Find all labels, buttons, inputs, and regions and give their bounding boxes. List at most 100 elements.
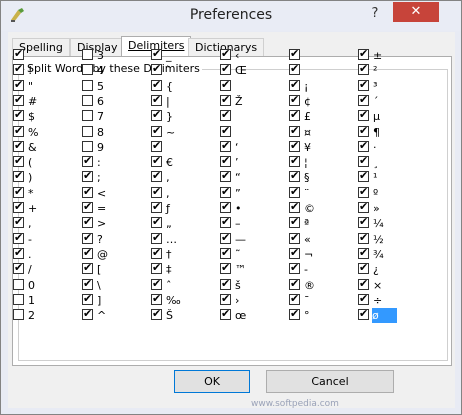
checkbox-box[interactable] [151, 277, 162, 290]
checkbox-box[interactable] [82, 64, 93, 75]
delimiter-checkbox[interactable]: * [13, 185, 81, 201]
delimiter-checkbox[interactable]: ½ [358, 231, 426, 247]
checkbox-box[interactable] [358, 231, 369, 244]
delimiter-checkbox[interactable]: ° [289, 307, 357, 323]
delimiter-checkbox[interactable]: { [151, 78, 219, 94]
delimiter-checkbox[interactable]: £ [289, 108, 357, 124]
checkbox-box[interactable] [289, 124, 300, 137]
checkbox-box[interactable] [13, 169, 24, 182]
checkbox-box[interactable] [82, 215, 93, 228]
delimiter-checkbox[interactable]: > [82, 215, 150, 231]
delimiter-checkbox[interactable]: 7 [82, 109, 150, 124]
checkbox-box[interactable] [289, 307, 300, 320]
delimiter-checkbox[interactable]: ¿ [358, 261, 426, 277]
checkbox-box[interactable] [13, 309, 24, 320]
delimiter-checkbox[interactable]: ™ [220, 261, 288, 277]
checkbox-box[interactable] [289, 139, 300, 152]
checkbox-box[interactable] [220, 215, 231, 228]
checkbox-box[interactable] [358, 139, 369, 152]
checkbox-box[interactable] [13, 62, 24, 75]
checkbox-box[interactable] [13, 261, 24, 274]
delimiter-checkbox[interactable]: ² [358, 62, 426, 78]
delimiter-checkbox[interactable]: ‚ [151, 169, 219, 185]
delimiter-checkbox[interactable]: : [82, 154, 150, 170]
delimiter-checkbox[interactable]: ¨ [289, 185, 357, 201]
delimiter-checkbox[interactable]: 9 [82, 140, 150, 155]
delimiter-checkbox[interactable]: ‡ [151, 261, 219, 277]
checkbox-box[interactable] [289, 169, 300, 182]
delimiter-checkbox[interactable]: . [13, 246, 81, 262]
checkbox-box[interactable] [289, 154, 300, 167]
checkbox-box[interactable] [151, 292, 162, 305]
delimiter-checkbox[interactable]: « [289, 231, 357, 247]
checkbox-box[interactable] [13, 78, 24, 91]
delimiter-checkbox[interactable]: & [13, 139, 81, 155]
delimiter-checkbox[interactable]: ¹ [358, 169, 426, 185]
checkbox-box[interactable] [13, 279, 24, 290]
checkbox-box[interactable] [220, 200, 231, 213]
checkbox-box[interactable] [151, 154, 162, 167]
checkbox-box[interactable] [220, 108, 231, 121]
delimiter-checkbox[interactable]: œ [220, 307, 288, 323]
checkbox-box[interactable] [220, 169, 231, 182]
checkbox-box[interactable] [151, 200, 162, 213]
checkbox-box[interactable] [289, 246, 300, 259]
checkbox-box[interactable] [151, 185, 162, 198]
delimiter-checkbox[interactable]: » [358, 200, 426, 216]
delimiter-checkbox[interactable]: ¼ [358, 215, 426, 231]
delimiter-checkbox[interactable]: € [151, 154, 219, 170]
delimiter-checkbox[interactable]: ¡ [289, 78, 357, 94]
checkbox-box[interactable] [82, 200, 93, 213]
checkbox-box[interactable] [13, 246, 24, 259]
delimiter-checkbox[interactable]: ª [289, 215, 357, 231]
checkbox-box[interactable] [289, 93, 300, 106]
delimiter-checkbox[interactable] [220, 78, 288, 94]
checkbox-box[interactable] [358, 200, 369, 213]
checkbox-box[interactable] [358, 307, 369, 320]
checkbox-box[interactable] [82, 261, 93, 274]
delimiter-checkbox[interactable]: ^ [82, 307, 150, 323]
checkbox-box[interactable] [82, 277, 93, 290]
delimiter-checkbox[interactable]: < [82, 185, 150, 201]
checkbox-box[interactable] [82, 80, 93, 91]
delimiter-checkbox[interactable]: ] [82, 292, 150, 308]
checkbox-box[interactable] [220, 47, 231, 60]
checkbox-box[interactable] [358, 215, 369, 228]
delimiter-checkbox[interactable]: ± [358, 47, 426, 63]
delimiter-checkbox[interactable] [289, 47, 357, 63]
delimiter-checkbox[interactable]: @ [82, 246, 150, 262]
checkbox-box[interactable] [13, 185, 24, 198]
delimiter-checkbox[interactable]: • [220, 200, 288, 216]
delimiter-checkbox[interactable]: ƒ [151, 200, 219, 216]
delimiter-checkbox[interactable]: + [13, 200, 81, 216]
checkbox-box[interactable] [289, 185, 300, 198]
delimiter-checkbox[interactable]: † [151, 246, 219, 262]
delimiter-checkbox[interactable]: \ [82, 277, 150, 293]
checkbox-box[interactable] [289, 261, 300, 274]
checkbox-box[interactable] [358, 154, 369, 167]
checkbox-box[interactable] [358, 277, 369, 290]
checkbox-box[interactable] [220, 62, 231, 75]
checkbox-box[interactable] [358, 246, 369, 259]
delimiter-checkbox[interactable]: – [220, 215, 288, 231]
delimiter-checkbox[interactable]: 6 [82, 94, 150, 109]
delimiter-checkbox[interactable]: ¬ [289, 246, 357, 262]
delimiter-checkbox[interactable]: × [358, 277, 426, 293]
delimiter-checkbox[interactable]: = [82, 200, 150, 216]
delimiter-checkbox[interactable]: ( [13, 154, 81, 170]
checkbox-box[interactable] [220, 307, 231, 320]
checkbox-box[interactable] [151, 307, 162, 320]
checkbox-box[interactable] [289, 215, 300, 228]
help-button[interactable]: ? [361, 3, 389, 25]
delimiter-checkbox[interactable]: ˆ [151, 277, 219, 293]
checkbox-box[interactable] [220, 154, 231, 167]
delimiter-checkbox[interactable]: ¯ [289, 292, 357, 308]
delimiter-checkbox[interactable]: ) [13, 169, 81, 185]
delimiter-checkbox[interactable]: © [289, 200, 357, 216]
delimiter-checkbox[interactable]: " [13, 78, 81, 94]
checkbox-box[interactable] [220, 93, 231, 106]
delimiter-checkbox[interactable]: Œ [220, 62, 288, 78]
delimiter-checkbox[interactable] [220, 108, 288, 124]
checkbox-box[interactable] [82, 49, 93, 60]
checkbox-box[interactable] [151, 124, 162, 137]
